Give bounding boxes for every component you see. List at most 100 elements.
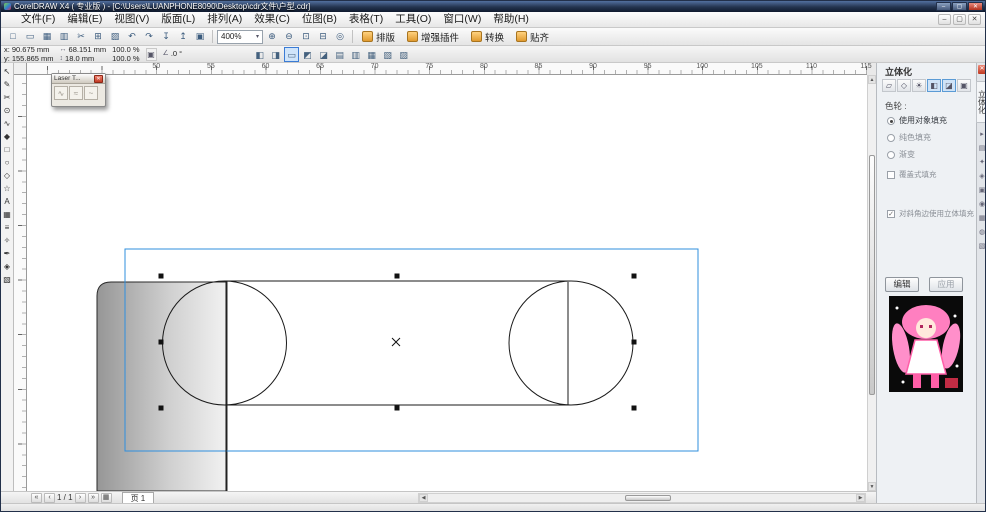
- horizontal-ruler[interactable]: 50556065707580859095100105110115: [27, 63, 867, 75]
- laser-line-icon[interactable]: ~: [84, 86, 98, 100]
- effects-docker-icon[interactable]: ✦: [978, 158, 986, 167]
- zoom-page-icon[interactable]: ⊡: [298, 29, 314, 44]
- object-docker-icon[interactable]: ▣: [978, 186, 986, 195]
- plugin-toolbar-button[interactable]: 贴齐: [511, 29, 554, 44]
- menu-item[interactable]: 表格(T): [343, 12, 389, 27]
- save-icon[interactable]: ▦: [39, 29, 55, 44]
- palette-title-bar[interactable]: Laser T... ✕: [52, 74, 105, 84]
- property-bar-button[interactable]: ◩: [300, 47, 315, 62]
- scroll-right-icon[interactable]: ▶: [856, 494, 865, 502]
- maximize-button[interactable]: ▢: [952, 2, 967, 11]
- ellipse-tool[interactable]: ○: [1, 156, 13, 169]
- page-tab[interactable]: 页 1: [122, 492, 155, 503]
- pan-icon[interactable]: ◎: [332, 29, 348, 44]
- plugin-toolbar-button[interactable]: 转换: [466, 29, 509, 44]
- pattern-docker-icon[interactable]: ▧: [978, 242, 986, 251]
- property-bar-button[interactable]: ▦: [364, 47, 379, 62]
- menu-item[interactable]: 效果(C): [248, 12, 296, 27]
- menu-item[interactable]: 编辑(E): [61, 12, 108, 27]
- fill-option-row[interactable]: 渐变: [887, 149, 947, 160]
- extrude-rotate-icon[interactable]: ◇: [897, 79, 911, 92]
- vertical-scrollbar[interactable]: ▲ ▼: [867, 75, 876, 491]
- last-page-button[interactable]: »: [88, 493, 99, 503]
- scroll-down-icon[interactable]: ▼: [868, 482, 876, 491]
- vertical-scroll-thumb[interactable]: [869, 155, 875, 395]
- fill-tool[interactable]: ◈: [1, 260, 13, 273]
- previous-page-button[interactable]: ‹: [44, 493, 55, 503]
- scroll-up-icon[interactable]: ▲: [868, 75, 876, 84]
- extrude-checkbox-row[interactable]: 覆盖式填充: [887, 169, 974, 180]
- extrude-bevel-icon[interactable]: ◪: [942, 79, 956, 92]
- rectangle-tool[interactable]: □: [1, 143, 13, 156]
- property-bar-button[interactable]: ▭: [284, 47, 299, 62]
- print-icon[interactable]: ▥: [56, 29, 72, 44]
- next-page-button[interactable]: ›: [75, 493, 86, 503]
- minimize-button[interactable]: –: [936, 2, 951, 11]
- crop-tool[interactable]: ✂: [1, 91, 13, 104]
- menu-item[interactable]: 位图(B): [296, 12, 343, 27]
- paste-icon[interactable]: ▨: [107, 29, 123, 44]
- scale-v-field[interactable]: 100.0: [112, 55, 131, 63]
- grid-docker-icon[interactable]: ▦: [978, 214, 986, 223]
- menu-item[interactable]: 文件(F): [15, 12, 61, 27]
- zoom-tool[interactable]: ⊙: [1, 104, 13, 117]
- basic-shapes-tool[interactable]: ☆: [1, 182, 13, 195]
- fill-option-row[interactable]: 纯色填充: [887, 132, 947, 143]
- zoom-level-select[interactable]: 400% ▾: [217, 30, 263, 44]
- docker-collapse-icon[interactable]: ▸: [978, 130, 986, 139]
- page-icon[interactable]: ▦: [101, 493, 112, 503]
- freehand-tool[interactable]: ∿: [1, 117, 13, 130]
- extrude-light-icon[interactable]: ☀: [912, 79, 926, 92]
- copy-icon[interactable]: ⊞: [90, 29, 106, 44]
- lock-ratio-button[interactable]: ▣: [146, 48, 157, 61]
- fill-option-row[interactable]: 使用对象填充: [887, 115, 947, 126]
- ruler-origin-corner[interactable]: [14, 63, 27, 75]
- shape-docker-icon[interactable]: ◍: [978, 228, 986, 237]
- docker-close-icon[interactable]: ✕: [978, 65, 986, 74]
- cut-icon[interactable]: ✂: [73, 29, 89, 44]
- selection-handles[interactable]: [159, 274, 637, 411]
- table-tool[interactable]: ▦: [1, 208, 13, 221]
- extrude-camera-icon[interactable]: ▱: [882, 79, 896, 92]
- rotation-angle-field[interactable]: .0: [171, 50, 177, 58]
- docker-tab-extrude[interactable]: 立体化: [976, 81, 986, 123]
- right-circle[interactable]: [509, 281, 633, 405]
- menu-item[interactable]: 工具(O): [389, 12, 437, 27]
- color-docker-icon[interactable]: ▤: [978, 144, 986, 153]
- object-height-field[interactable]: 18.0 mm: [65, 55, 94, 63]
- shape-tool[interactable]: ✎: [1, 78, 13, 91]
- laser-curve-icon[interactable]: ∿: [54, 86, 68, 100]
- selection-center-mark[interactable]: [392, 338, 400, 346]
- palette-close-icon[interactable]: ✕: [94, 75, 103, 83]
- zoom-out-icon[interactable]: ⊖: [281, 29, 297, 44]
- drawing-canvas[interactable]: [27, 75, 867, 491]
- checkbox-icon[interactable]: [887, 171, 895, 179]
- export-icon[interactable]: ↥: [175, 29, 191, 44]
- launcher-icon[interactable]: ▣: [192, 29, 208, 44]
- laser-wave-icon[interactable]: ≈: [69, 86, 83, 100]
- zoom-in-icon[interactable]: ⊕: [264, 29, 280, 44]
- doc-close-icon[interactable]: ✕: [968, 14, 981, 25]
- laser-tools-palette[interactable]: Laser T... ✕ ∿≈~: [51, 73, 106, 107]
- undo-icon[interactable]: ↶: [124, 29, 140, 44]
- property-bar-button[interactable]: ▧: [380, 47, 395, 62]
- property-bar-button[interactable]: ◧: [252, 47, 267, 62]
- property-bar-button[interactable]: ▤: [332, 47, 347, 62]
- radio-icon[interactable]: [887, 117, 895, 125]
- outline-pen-tool[interactable]: ✒: [1, 247, 13, 260]
- plugin-toolbar-button[interactable]: 增强插件: [402, 29, 464, 44]
- scale-h-field[interactable]: 100.0: [112, 46, 131, 54]
- new-icon[interactable]: □: [5, 29, 21, 44]
- property-bar-button[interactable]: ◪: [316, 47, 331, 62]
- menu-item[interactable]: 窗口(W): [437, 12, 487, 27]
- lens-docker-icon[interactable]: ◉: [978, 200, 986, 209]
- menu-item[interactable]: 排列(A): [201, 12, 248, 27]
- interactive-fill-tool[interactable]: ▧: [1, 273, 13, 286]
- polygon-tool[interactable]: ◇: [1, 169, 13, 182]
- text-tool[interactable]: A: [1, 195, 13, 208]
- vertical-ruler[interactable]: [14, 75, 27, 491]
- object-width-field[interactable]: 68.151 mm: [69, 46, 107, 54]
- zoom-width-icon[interactable]: ⊟: [315, 29, 331, 44]
- plugin-toolbar-button[interactable]: 排版: [357, 29, 400, 44]
- horizontal-scroll-thumb[interactable]: [625, 495, 671, 501]
